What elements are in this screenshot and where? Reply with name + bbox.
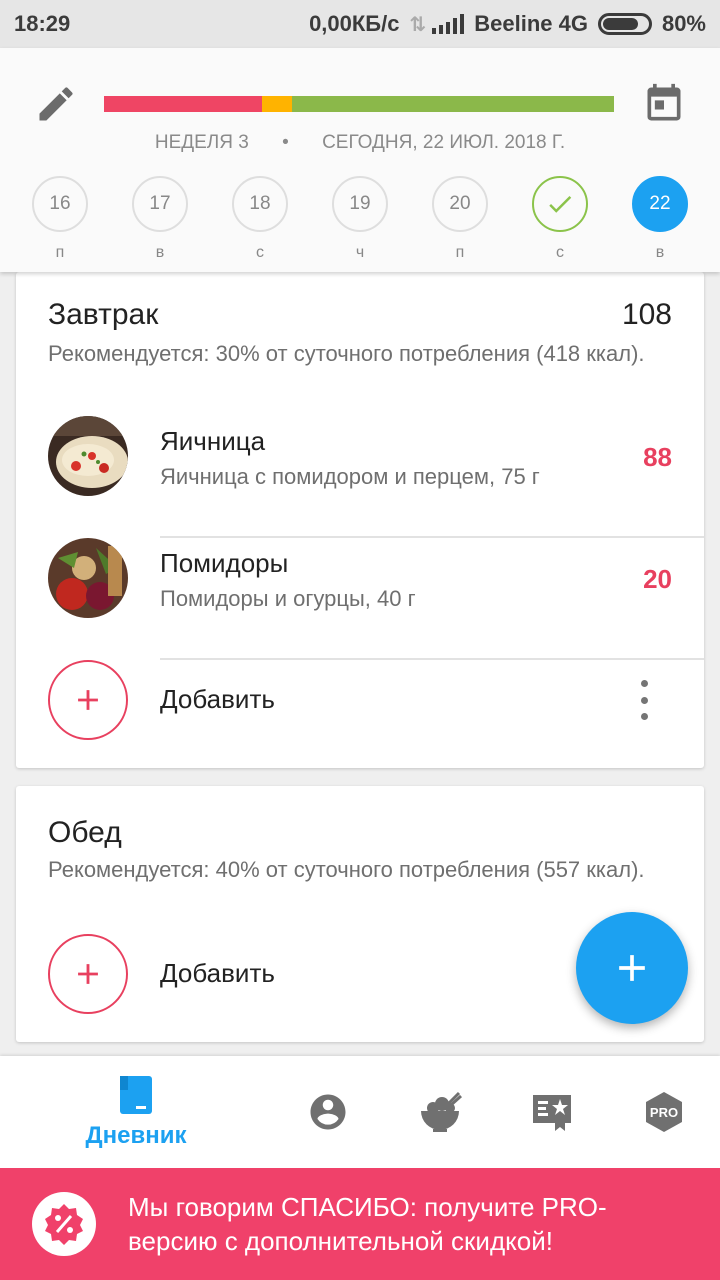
status-right: 0,00КБ/с ⇅ Beeline 4G 80% [309, 11, 706, 37]
data-arrows-icon: ⇅ [409, 13, 426, 36]
diary-header: НЕДЕЛЯ 3 • СЕГОДНЯ, 22 ИЮЛ. 2018 Г. 16 п… [0, 48, 720, 272]
signal-icon [432, 14, 465, 34]
more-vert-icon[interactable] [634, 680, 654, 720]
day-20[interactable]: 20 п [430, 176, 490, 262]
nav-profile[interactable] [298, 1056, 358, 1168]
day-18[interactable]: 18 с [230, 176, 290, 262]
plus-icon [619, 955, 645, 981]
meal-card-breakfast: Завтрак 108 Рекомендуется: 30% от суточн… [16, 272, 704, 768]
day-circle[interactable]: 17 [132, 176, 188, 232]
promo-text: Мы говорим СПАСИБО: получите PRO-версию … [128, 1192, 607, 1256]
day-circle[interactable]: 19 [332, 176, 388, 232]
nav-diary-label: Дневник [85, 1122, 187, 1149]
meal-title: Завтрак [48, 298, 159, 331]
calendar-icon[interactable] [642, 82, 686, 126]
achievements-icon [533, 1095, 571, 1131]
progress-segment-over [104, 96, 262, 112]
day-letter: ч [355, 244, 365, 261]
nav-achievements[interactable] [522, 1056, 582, 1168]
pencil-icon[interactable] [34, 82, 78, 126]
food-name: Яичница [160, 426, 266, 456]
network-speed: 0,00КБ/с [309, 11, 400, 36]
plus-icon [78, 964, 98, 984]
day-circle-selected[interactable]: 22 [632, 176, 688, 232]
add-label[interactable]: Добавить [160, 684, 275, 715]
food-kcal: 88 [643, 442, 672, 472]
recipes-icon [421, 1091, 463, 1132]
pro-icon: PRO [646, 1092, 682, 1132]
status-time: 18:29 [14, 11, 71, 36]
food-photo-omelette [48, 416, 128, 496]
day-22-current[interactable]: 22 в [630, 176, 690, 262]
food-photo-vegetables [48, 538, 128, 618]
plus-icon [78, 690, 98, 710]
week-day-selector: 16 п 17 в 18 с 19 ч 20 п с 22 в [0, 176, 720, 266]
day-19[interactable]: 19 ч [330, 176, 390, 262]
add-circle-button[interactable] [48, 660, 128, 740]
battery-icon [597, 13, 652, 35]
meal-recommendation: Рекомендуется: 40% от суточного потребле… [48, 857, 645, 882]
food-description: Помидоры и огурцы, 40 г [160, 586, 416, 611]
profile-icon [310, 1094, 346, 1130]
day-letter: п [455, 244, 465, 261]
food-kcal: 20 [643, 564, 672, 594]
day-16[interactable]: 16 п [30, 176, 90, 262]
status-bar: 18:29 0,00КБ/с ⇅ Beeline 4G 80% [0, 0, 720, 48]
pro-badge-text: PRO [650, 1105, 678, 1120]
discount-badge-icon [32, 1192, 96, 1256]
day-circle[interactable]: 20 [432, 176, 488, 232]
daily-calorie-progress [104, 96, 614, 112]
nav-pro[interactable]: PRO [634, 1056, 694, 1168]
carrier-label: Beeline 4G [474, 11, 588, 36]
day-17[interactable]: 17 в [130, 176, 190, 262]
day-letter: в [155, 244, 165, 261]
add-circle-button[interactable] [48, 934, 128, 1014]
add-fab-button[interactable] [576, 912, 688, 1024]
bottom-navigation: Дневник PRO [0, 1056, 720, 1168]
checkmark-icon [549, 195, 572, 213]
add-food-row[interactable]: Добавить [16, 660, 704, 740]
food-name: Помидоры [160, 548, 289, 578]
day-letter: с [256, 244, 264, 261]
add-label[interactable]: Добавить [160, 958, 275, 989]
food-description: Яичница с помидором и перцем, 75 г [160, 464, 540, 489]
meal-recommendation: Рекомендуется: 30% от суточного потребле… [48, 341, 645, 366]
day-letter: п [55, 244, 65, 261]
day-21-completed[interactable]: с [530, 176, 590, 262]
food-item[interactable]: Помидоры Помидоры и огурцы, 40 г 20 [16, 538, 704, 660]
battery-percent: 80% [661, 11, 706, 36]
day-letter: в [655, 244, 665, 261]
nav-recipes[interactable] [410, 1056, 470, 1168]
diary-icon [120, 1076, 152, 1114]
progress-segment-ok [292, 96, 614, 112]
day-circle[interactable]: 16 [32, 176, 88, 232]
day-letter: с [556, 244, 564, 261]
food-item[interactable]: Яичница Яичница с помидором и перцем, 75… [16, 416, 704, 538]
week-label: НЕДЕЛЯ 3 [154, 132, 249, 153]
promo-banner[interactable]: Мы говорим СПАСИБО: получите PRO-версию … [0, 1168, 720, 1280]
meal-total-kcal: 108 [621, 298, 672, 331]
separator-dot: • [282, 132, 289, 153]
meal-title: Обед [48, 816, 122, 849]
today-date-label: СЕГОДНЯ, 22 ИЮЛ. 2018 Г. [322, 132, 566, 153]
day-circle-completed[interactable] [532, 176, 588, 232]
week-date-line: НЕДЕЛЯ 3 • СЕГОДНЯ, 22 ИЮЛ. 2018 Г. [0, 132, 720, 154]
progress-segment-warning [262, 96, 292, 112]
nav-diary[interactable]: Дневник [76, 1056, 196, 1168]
day-circle[interactable]: 18 [232, 176, 288, 232]
